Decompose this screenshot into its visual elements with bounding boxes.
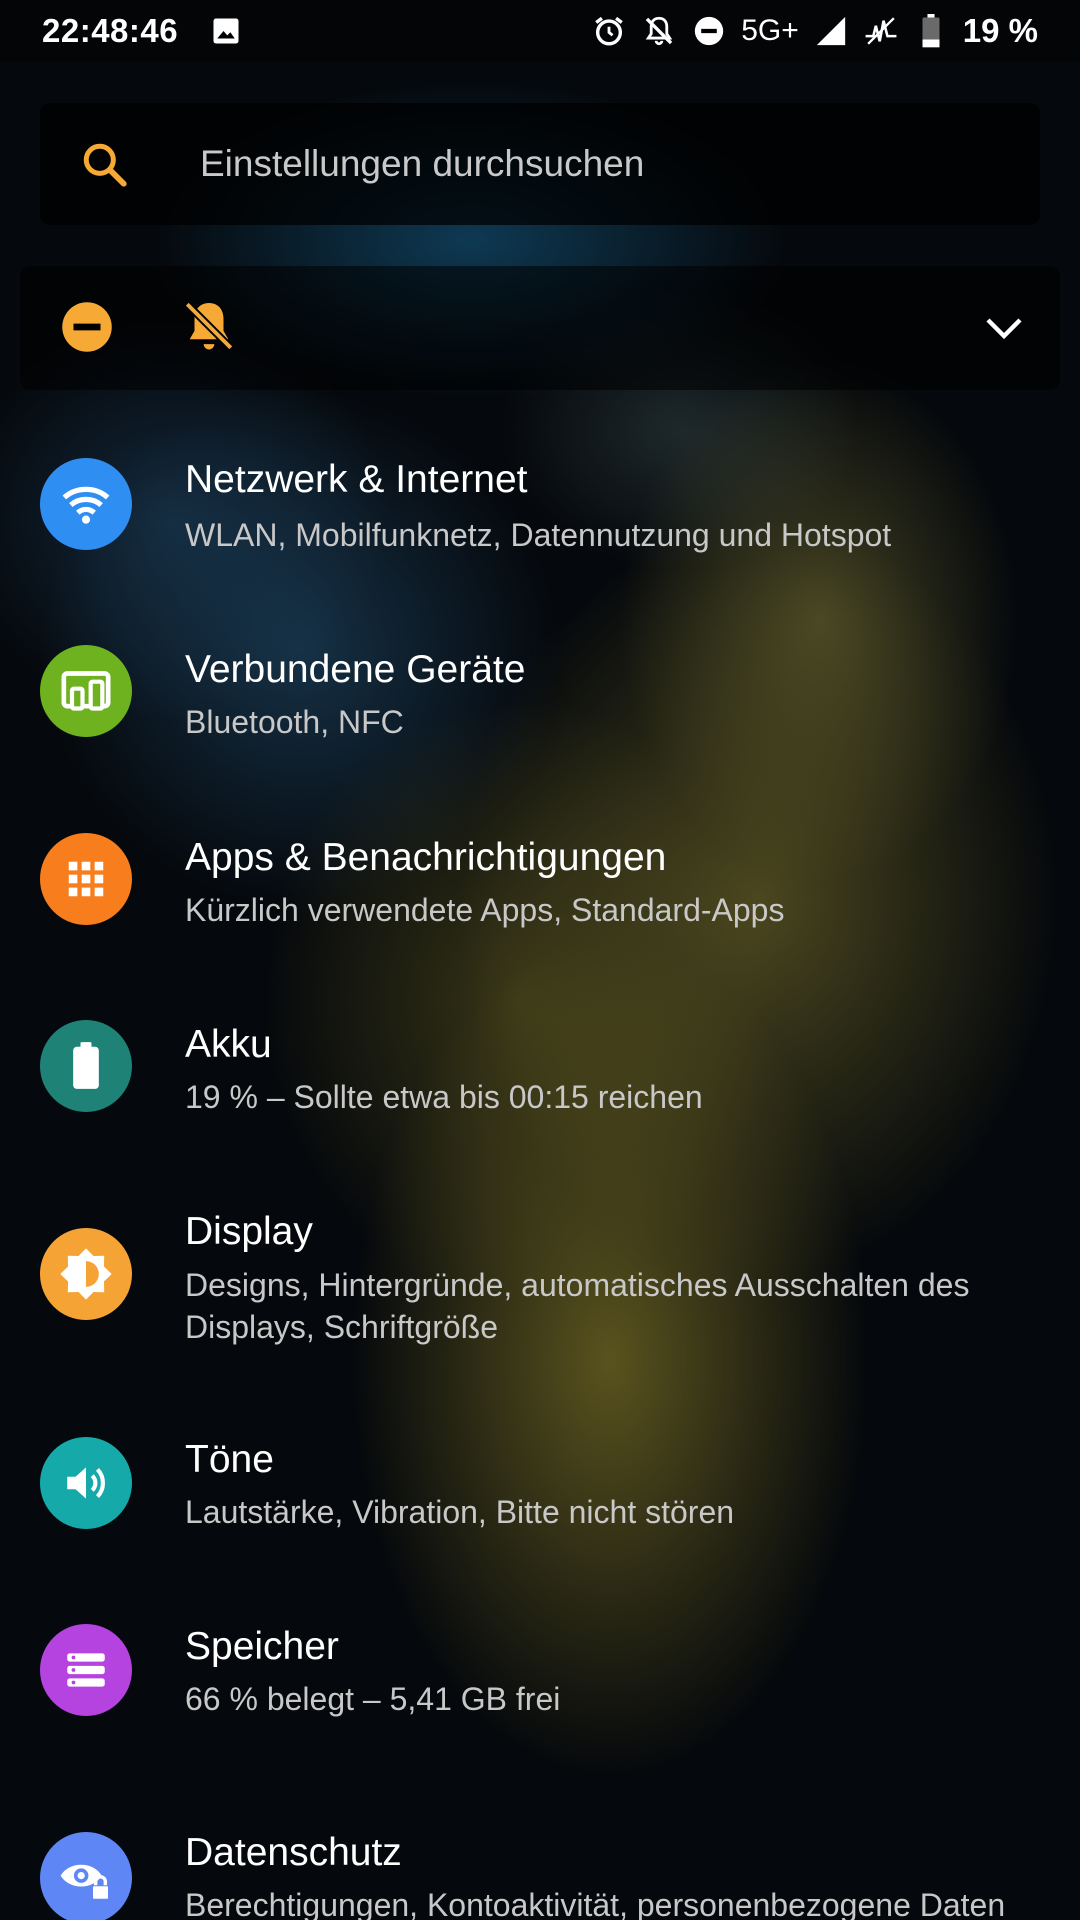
setting-title: Display	[185, 1210, 313, 1253]
network-type: 5G+	[741, 14, 799, 47]
storage-icon	[40, 1624, 132, 1716]
status-bar: 22:48:46 5G+ 19 %	[0, 0, 1080, 62]
status-time: 22:48:46	[42, 12, 179, 49]
setting-privacy[interactable]: Datenschutz Berechtigungen, Kontoaktivit…	[0, 1831, 1080, 1920]
setting-network-internet[interactable]: Netzwerk & Internet WLAN, Mobilfunknetz,…	[0, 458, 1080, 618]
connected-devices-icon	[40, 645, 132, 737]
setting-summary: 66 % belegt – 5,41 GB frei	[185, 1681, 561, 1717]
setting-summary: Designs, Hintergründe, automatisches Aus…	[185, 1267, 970, 1345]
do-not-disturb-icon	[691, 13, 727, 49]
setting-connected-devices[interactable]: Verbundene Geräte Bluetooth, NFC	[0, 645, 1080, 805]
search-bar[interactable]: Einstellungen durchsuchen	[40, 103, 1040, 225]
setting-title: Apps & Benachrichtigungen	[185, 836, 667, 879]
search-placeholder: Einstellungen durchsuchen	[200, 143, 645, 184]
apps-grid-icon	[40, 833, 132, 925]
bell-off-icon	[641, 13, 677, 49]
setting-summary: Kürzlich verwendete Apps, Standard-Apps	[185, 892, 785, 928]
setting-title: Datenschutz	[185, 1831, 402, 1874]
brightness-icon	[40, 1228, 132, 1320]
setting-title: Töne	[185, 1438, 274, 1481]
image-icon	[208, 13, 244, 49]
battery-percentage: 19 %	[962, 12, 1038, 49]
wifi-off-icon	[863, 13, 899, 49]
battery-icon	[40, 1020, 132, 1112]
status-right: 5G+ 19 %	[591, 12, 1038, 50]
setting-sounds[interactable]: Töne Lautstärke, Vibration, Bitte nicht …	[0, 1437, 1080, 1597]
setting-title: Verbundene Geräte	[185, 648, 526, 691]
setting-apps-notifications[interactable]: Apps & Benachrichtigungen Kürzlich verwe…	[0, 833, 1080, 993]
setting-battery[interactable]: Akku 19 % – Sollte etwa bis 00:15 reiche…	[0, 1020, 1080, 1180]
bell-off-icon	[180, 296, 238, 356]
alarm-icon	[591, 13, 627, 49]
status-left: 22:48:46	[42, 12, 244, 50]
setting-summary: Berechtigungen, Kontoaktivität, personen…	[185, 1887, 1006, 1920]
chevron-down-icon[interactable]	[980, 304, 1028, 352]
setting-summary: Bluetooth, NFC	[185, 704, 404, 740]
setting-summary: WLAN, Mobilfunknetz, Datennutzung und Ho…	[185, 517, 892, 553]
conditions-panel[interactable]	[20, 266, 1060, 390]
setting-title: Akku	[185, 1023, 272, 1066]
do-not-disturb-icon	[60, 300, 114, 354]
settings-screen: 22:48:46 5G+ 19 % Einstellungen durchsuc…	[0, 0, 1080, 1920]
volume-icon	[40, 1437, 132, 1529]
setting-storage[interactable]: Speicher 66 % belegt – 5,41 GB frei	[0, 1624, 1080, 1784]
privacy-eye-icon	[40, 1832, 132, 1920]
setting-title: Speicher	[185, 1625, 339, 1668]
wifi-icon	[40, 458, 132, 550]
signal-icon	[813, 13, 849, 49]
setting-display[interactable]: Display Designs, Hintergründe, automatis…	[0, 1210, 1080, 1428]
search-icon	[80, 140, 130, 190]
setting-summary: 19 % – Sollte etwa bis 00:15 reichen	[185, 1079, 703, 1115]
setting-summary: Lautstärke, Vibration, Bitte nicht störe…	[185, 1494, 735, 1530]
setting-title: Netzwerk & Internet	[185, 458, 528, 501]
battery-icon	[913, 13, 949, 49]
